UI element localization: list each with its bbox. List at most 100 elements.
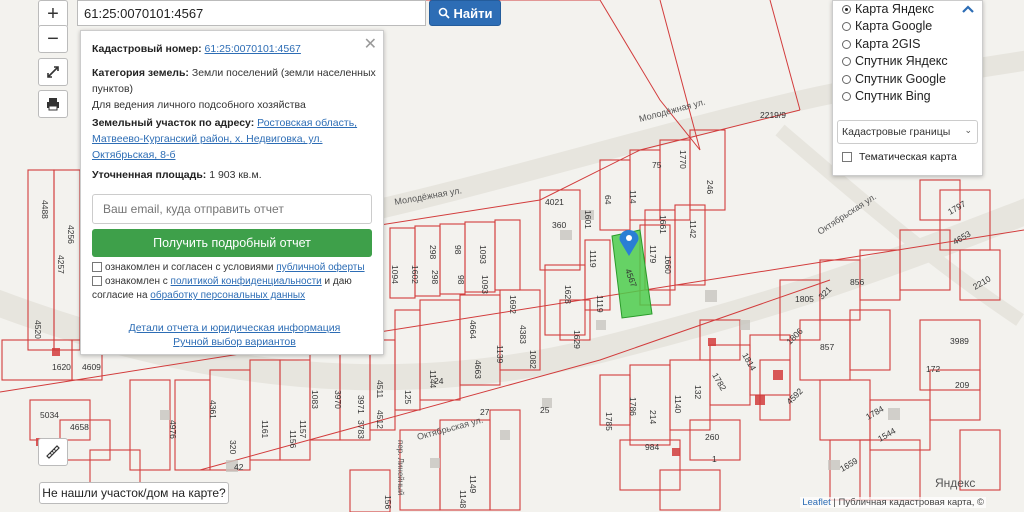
- cad-label: Кадастровый номер:: [92, 43, 202, 55]
- category-label: Категория земель:: [92, 67, 189, 79]
- parcel-number-label: 1: [712, 454, 717, 464]
- print-icon[interactable]: [38, 90, 68, 118]
- parcel-number-label: 1661: [658, 215, 668, 234]
- thematic-checkbox[interactable]: [842, 152, 852, 162]
- parcel-number-label: 98: [453, 245, 463, 255]
- search-button[interactable]: Найти: [429, 0, 501, 26]
- area-label: Уточненная площадь:: [92, 169, 207, 181]
- manual-select-link[interactable]: Ручной выбор вариантов: [173, 336, 296, 348]
- layer-label: Спутник Яндекс: [855, 54, 948, 68]
- address-label: Земельный участок по адресу:: [92, 117, 255, 129]
- radio-icon: [842, 56, 851, 66]
- parcel-number-label: 4511: [375, 380, 385, 399]
- parcel-number-label: 2219/9: [760, 110, 786, 120]
- privacy-link[interactable]: политикой конфиденциальности: [171, 276, 322, 287]
- layer-option[interactable]: Спутник Google: [842, 72, 946, 86]
- parcel-number-label: 246: [705, 180, 715, 194]
- radio-icon: [842, 4, 851, 14]
- parcel-number-label: 24: [434, 376, 444, 386]
- parcel-number-label: 360: [552, 220, 566, 230]
- parcel-number-label: 3989: [950, 336, 969, 346]
- parcel-number-label: 1148: [458, 490, 468, 509]
- layer-option[interactable]: Спутник Bing: [842, 89, 931, 103]
- zoom-out-button[interactable]: −: [38, 25, 68, 53]
- parcel-number-label: 64: [603, 195, 613, 205]
- collapse-chevron-icon[interactable]: [962, 3, 974, 17]
- parcel-number-label: 3970: [333, 390, 343, 409]
- fullscreen-icon[interactable]: [38, 58, 68, 86]
- area-value: 1 903 кв.м.: [209, 169, 262, 181]
- parcel-number-label: 1628: [563, 285, 573, 304]
- offer-text: ознакомлен и согласен с условиями: [105, 262, 277, 273]
- parcel-info-popup: ✕ Кадастровый номер: 61:25:0070101:4567 …: [80, 30, 384, 355]
- search-input[interactable]: [77, 0, 426, 26]
- parcel-number-label: 1142: [688, 220, 698, 239]
- parcel-number-label: 1785: [604, 412, 614, 431]
- offer-checkbox[interactable]: [92, 262, 102, 273]
- zoom-in-button[interactable]: +: [38, 0, 68, 28]
- layer-option[interactable]: Спутник Яндекс: [842, 54, 948, 68]
- personal-data-link[interactable]: обработку персональных данных: [150, 290, 305, 301]
- layer-label: Карта 2GIS: [855, 37, 921, 51]
- parcel-number-label: 132: [693, 385, 703, 399]
- parcel-number-label: 1093: [480, 275, 490, 294]
- parcel-number-label: 1119: [588, 250, 598, 268]
- parcel-number-label: 4383: [518, 325, 528, 344]
- yandex-logo: Яндекс: [935, 476, 976, 490]
- parcel-number-label: 156: [383, 495, 393, 509]
- parcel-number-label: 1083: [310, 390, 320, 409]
- chevron-down-icon: ⌄: [964, 125, 972, 135]
- parcel-number-label: 3971: [356, 395, 366, 414]
- parcel-number-label: 4361: [208, 400, 218, 419]
- not-found-button[interactable]: Не нашли участок/дом на карте?: [39, 482, 229, 504]
- details-link[interactable]: Детали отчета и юридическая информация: [129, 322, 341, 334]
- parcel-number-label: 1805: [795, 294, 814, 304]
- get-report-button[interactable]: Получить подробный отчет: [92, 229, 372, 257]
- ruler-icon[interactable]: [38, 438, 68, 466]
- parcel-number-label: 1139: [495, 345, 505, 364]
- offer-link[interactable]: публичной оферты: [276, 262, 364, 273]
- thematic-option[interactable]: Тематическая карта: [842, 151, 957, 163]
- parcel-number-label: 984: [645, 442, 659, 452]
- cad-number-link[interactable]: 61:25:0070101:4567: [205, 43, 301, 55]
- parcel-number-label: 3783: [356, 420, 366, 439]
- layer-option[interactable]: Карта Google: [842, 19, 932, 33]
- parcel-number-label: 1140: [673, 395, 683, 414]
- parcel-number-label: 214: [648, 410, 658, 424]
- street-label: пер. Линейный: [396, 440, 405, 495]
- parcel-number-label: 1157: [298, 420, 308, 439]
- parcel-number-label: 25: [540, 405, 550, 415]
- parcel-number-label: 209: [955, 380, 969, 390]
- parcel-number-label: 98: [456, 275, 466, 285]
- layer-label: Спутник Google: [855, 72, 946, 86]
- radio-icon: [842, 39, 851, 49]
- layer-label: Карта Google: [855, 19, 933, 33]
- parcel-number-label: 4664: [468, 320, 478, 339]
- email-field[interactable]: [92, 194, 372, 224]
- select-value: Кадастровые границы: [842, 126, 951, 138]
- parcel-number-label: 4256: [66, 225, 76, 244]
- privacy-checkbox[interactable]: [92, 276, 102, 287]
- parcel-number-label: 42: [234, 462, 244, 472]
- parcel-number-label: 1119: [595, 295, 605, 313]
- parcel-number-label: 1094: [390, 265, 400, 284]
- parcel-number-label: 4257: [56, 255, 66, 274]
- parcel-number-label: 857: [820, 342, 834, 352]
- parcel-number-label: 114: [628, 190, 638, 204]
- parcel-number-label: 1082: [528, 350, 538, 369]
- parcel-number-label: 75: [652, 160, 662, 170]
- parcel-number-label: 172: [926, 364, 940, 374]
- usage-value: Для ведения личного подсобного хозяйства: [92, 99, 306, 111]
- boundaries-select[interactable]: Кадастровые границы ⌄: [837, 120, 978, 144]
- parcel-number-label: 4658: [70, 422, 89, 432]
- search-button-label: Найти: [453, 5, 493, 21]
- radio-icon: [842, 91, 851, 101]
- layer-option[interactable]: Карта 2GIS: [842, 37, 920, 51]
- parcel-number-label: 1601: [583, 210, 593, 229]
- parcel-number-label: 1149: [468, 475, 478, 494]
- parcel-number-label: 125: [403, 390, 413, 404]
- thematic-label: Тематическая карта: [859, 151, 957, 163]
- parcel-number-label: 1179: [648, 245, 658, 264]
- leaflet-link[interactable]: Leaflet: [802, 497, 831, 508]
- layer-option[interactable]: Карта Яндекс: [842, 2, 934, 16]
